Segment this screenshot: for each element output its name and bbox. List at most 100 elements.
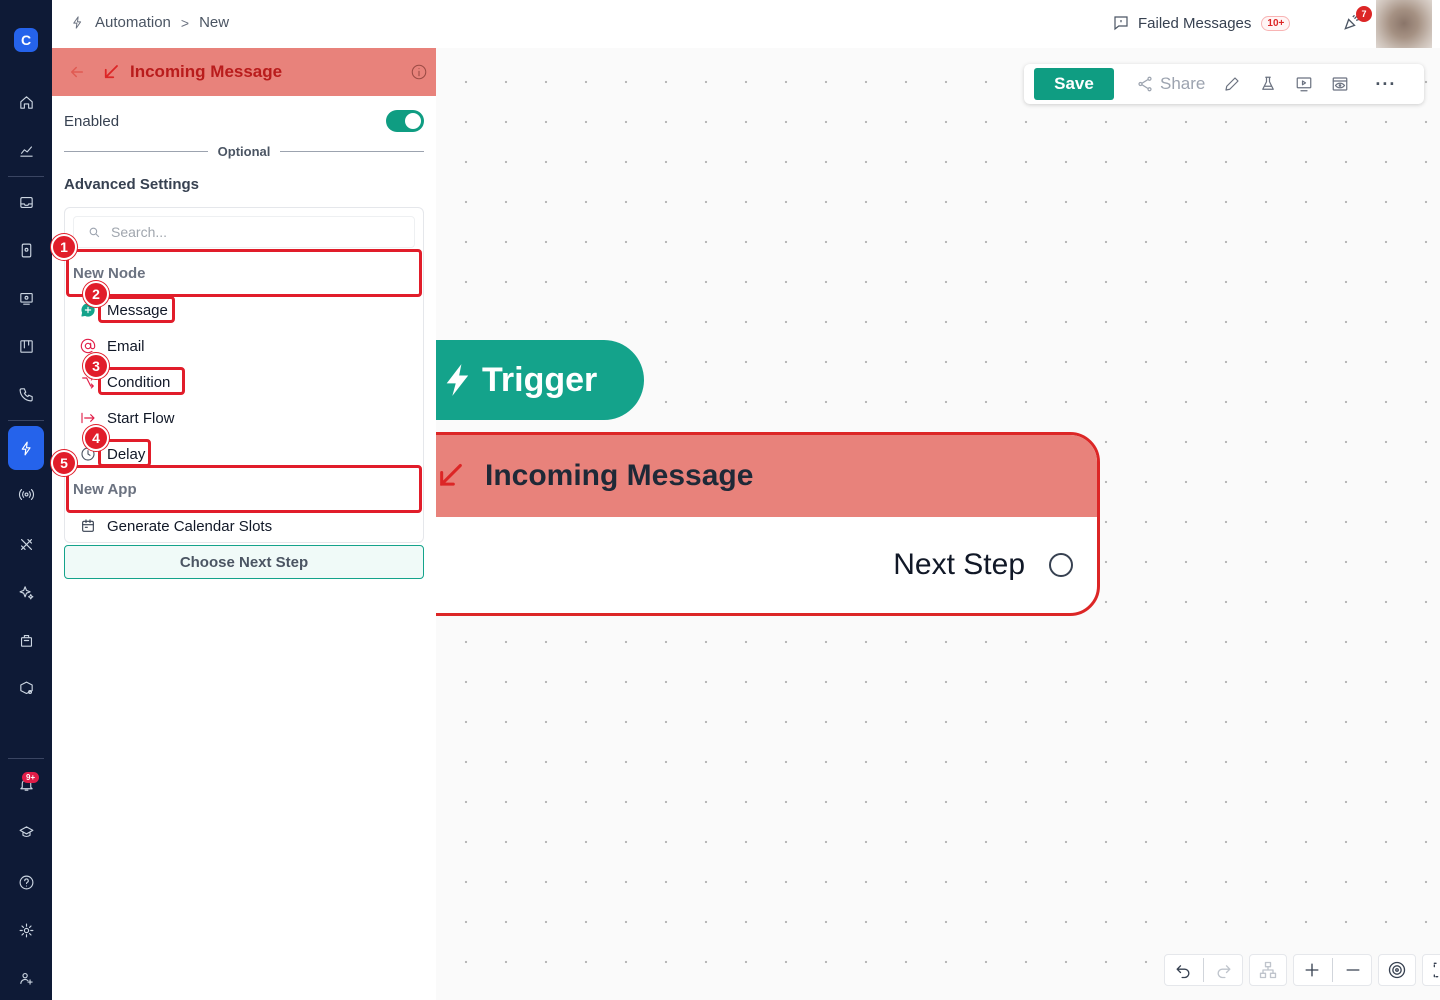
plus-icon xyxy=(1305,963,1319,977)
group-new-node: New Node xyxy=(73,265,146,282)
share-button[interactable]: Share xyxy=(1136,74,1205,94)
trigger-title: Trigger xyxy=(482,360,598,399)
auto-layout-button[interactable] xyxy=(1250,955,1286,985)
phone-icon[interactable] xyxy=(10,378,42,410)
info-icon[interactable] xyxy=(410,63,428,81)
trigger-node-label[interactable]: Trigger xyxy=(436,340,644,420)
shop-icon[interactable] xyxy=(10,624,42,656)
fullscreen-button[interactable] xyxy=(1423,955,1440,985)
breadcrumb-separator: > xyxy=(180,14,190,31)
more-options-icon[interactable]: ··· xyxy=(1375,74,1396,95)
breadcrumb: Automation > New xyxy=(70,14,229,31)
annotation-number: 2 xyxy=(83,281,109,307)
user-avatar[interactable] xyxy=(1376,0,1432,52)
target-icon xyxy=(1388,961,1406,979)
canvas-toolbar: Save Share ··· xyxy=(1024,64,1424,104)
annotation-number: 3 xyxy=(83,353,109,379)
annotation-number: 4 xyxy=(83,425,109,451)
choose-next-step-button[interactable]: Choose Next Step xyxy=(64,545,424,579)
board-icon[interactable] xyxy=(10,330,42,362)
failed-messages-label: Failed Messages xyxy=(1138,14,1252,32)
annotation-number: 5 xyxy=(51,450,77,476)
save-button[interactable]: Save xyxy=(1034,68,1114,100)
menu-item-label: Start Flow xyxy=(107,409,175,427)
enabled-label: Enabled xyxy=(64,112,120,130)
group-new-app: New App xyxy=(73,481,137,498)
pencil-icon xyxy=(1225,77,1239,91)
left-nav: C 9+ xyxy=(0,0,52,1000)
fit-center-button[interactable] xyxy=(1379,955,1415,985)
notifications-badge: 9+ xyxy=(22,772,40,783)
share-icon xyxy=(1138,76,1152,92)
undo-button[interactable] xyxy=(1165,955,1201,985)
inbox-icon[interactable] xyxy=(10,186,42,218)
preview-button[interactable] xyxy=(1295,75,1313,93)
next-step-menu: New Node Message Email Condition Start F… xyxy=(64,207,424,543)
zoom-in-button[interactable] xyxy=(1294,955,1330,985)
menu-item-generate-calendar-slots[interactable]: Generate Calendar Slots xyxy=(79,514,272,538)
contacts-icon[interactable] xyxy=(10,234,42,266)
undo-icon xyxy=(1176,965,1190,979)
optional-divider: Optional xyxy=(64,144,424,159)
canvas-controls xyxy=(1164,952,1440,988)
flask-icon xyxy=(1262,76,1275,90)
node-settings-panel: Incoming Message Enabled Optional Advanc… xyxy=(52,48,436,1000)
channels-icon[interactable] xyxy=(10,478,42,510)
breadcrumb-current: New xyxy=(199,14,230,31)
node-header: Incoming Message xyxy=(436,435,1097,517)
message-alert-icon xyxy=(1114,16,1128,31)
next-step-label: Next Step xyxy=(893,548,1025,581)
trigger-bolt-icon xyxy=(446,364,469,396)
share-label: Share xyxy=(1160,74,1206,93)
back-arrow-icon[interactable] xyxy=(68,63,86,81)
failed-messages-button[interactable]: Failed Messages 10+ xyxy=(1112,14,1291,32)
advanced-settings-heading: Advanced Settings xyxy=(64,176,200,193)
incoming-arrow-icon xyxy=(440,463,462,486)
annotation-number: 1 xyxy=(51,234,77,260)
tools-icon[interactable] xyxy=(10,528,42,560)
edit-button[interactable] xyxy=(1223,75,1241,93)
hierarchy-icon xyxy=(1259,961,1277,979)
next-step-port[interactable] xyxy=(1049,553,1073,577)
academy-icon[interactable] xyxy=(10,816,42,848)
search-box[interactable] xyxy=(73,216,415,248)
minus-icon xyxy=(1346,969,1360,971)
package-settings-icon[interactable] xyxy=(10,672,42,704)
eye-window-icon xyxy=(1333,77,1348,91)
calendar-icon xyxy=(82,519,94,532)
search-input[interactable] xyxy=(111,224,391,240)
automation-icon[interactable] xyxy=(8,426,44,470)
breadcrumb-automation[interactable]: Automation xyxy=(95,14,171,31)
enabled-row: Enabled xyxy=(64,108,424,134)
play-screen-icon xyxy=(1297,77,1312,92)
whats-new-button[interactable]: 7 xyxy=(1342,6,1372,36)
ai-sparkle-icon[interactable] xyxy=(10,576,42,608)
search-icon xyxy=(89,227,100,237)
test-button[interactable] xyxy=(1259,75,1277,93)
home-icon[interactable] xyxy=(10,86,42,118)
incoming-message-node[interactable]: Incoming Message Next Step xyxy=(436,432,1100,616)
redo-button[interactable] xyxy=(1206,955,1242,985)
redo-icon xyxy=(1217,965,1231,979)
analytics-icon[interactable] xyxy=(10,134,42,166)
top-bar: Automation > New Failed Messages 10+ 7 xyxy=(52,0,1440,52)
fullscreen-icon xyxy=(1433,962,1439,978)
incoming-arrow-icon xyxy=(104,65,118,79)
zoom-out-button[interactable] xyxy=(1335,955,1371,985)
panel-header: Incoming Message xyxy=(52,48,436,96)
app-logo[interactable]: C xyxy=(14,28,38,52)
optional-label: Optional xyxy=(217,144,271,159)
whats-new-badge: 7 xyxy=(1356,6,1372,22)
menu-item-label: Message xyxy=(107,301,168,319)
enabled-toggle[interactable] xyxy=(386,110,424,132)
flow-canvas[interactable]: Save Share ··· Trigger Incoming Message … xyxy=(436,48,1440,1000)
start-flow-arrow-icon xyxy=(81,412,95,424)
node-body: Next Step xyxy=(436,517,1097,613)
menu-item-label: Generate Calendar Slots xyxy=(107,517,273,535)
settings-gear-icon[interactable] xyxy=(10,914,42,946)
help-icon[interactable] xyxy=(10,866,42,898)
menu-item-label: Email xyxy=(107,337,145,355)
view-button[interactable] xyxy=(1331,75,1349,93)
user-settings-icon[interactable] xyxy=(10,962,42,994)
broadcast-icon[interactable] xyxy=(10,282,42,314)
